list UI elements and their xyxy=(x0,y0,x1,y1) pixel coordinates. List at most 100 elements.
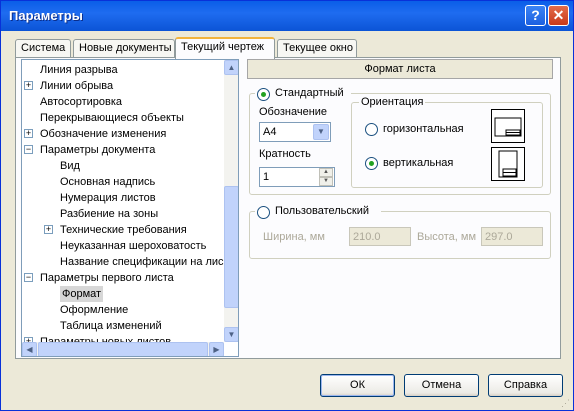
portrait-sheet-icon xyxy=(491,147,525,181)
title-bar: Параметры ? ✕ xyxy=(1,1,573,31)
tree-item[interactable]: + Технические требования xyxy=(22,222,224,238)
standard-option[interactable]: Стандартный xyxy=(255,87,351,101)
designation-value: A4 xyxy=(263,126,277,138)
tree-item-label: Параметры первого листа xyxy=(40,272,174,284)
vertical-scroll-thumb[interactable] xyxy=(224,186,238,308)
chevron-down-icon[interactable]: ▼ xyxy=(313,124,329,140)
tab-system[interactable]: Система xyxy=(15,39,71,58)
tree-item[interactable]: Вид xyxy=(22,158,224,174)
vertical-label[interactable]: вертикальная xyxy=(383,157,453,169)
tree-item[interactable]: Основная надпись xyxy=(22,174,224,190)
tree-item-label: Технические требования xyxy=(60,224,187,236)
designation-select[interactable]: A4 ▼ xyxy=(259,122,331,142)
ok-button[interactable]: ОК xyxy=(320,374,395,397)
tree-item-label: Неуказанная шероховатость xyxy=(60,240,207,252)
vertical-radio[interactable] xyxy=(365,157,378,170)
close-button[interactable]: ✕ xyxy=(548,5,569,26)
tree-item[interactable]: + Обозначение изменения xyxy=(22,126,224,142)
tree-item-label: Линия разрыва xyxy=(40,64,118,76)
tree-item-label: Основная надпись xyxy=(60,176,156,188)
vertical-scrollbar[interactable]: ▲ ▼ xyxy=(224,60,238,342)
custom-label: Пользовательский xyxy=(275,205,369,217)
width-label: Ширина, мм xyxy=(263,231,325,243)
tree-item[interactable]: Неуказанная шероховатость xyxy=(22,238,224,254)
tree-item-label: Формат xyxy=(60,286,104,302)
designation-label: Обозначение xyxy=(259,106,328,118)
arrow-left-icon: ◀ xyxy=(26,345,33,354)
tree-item-label: Разбиение на зоны xyxy=(60,208,159,220)
collapse-icon[interactable]: − xyxy=(24,145,33,154)
tab-label: Система xyxy=(21,42,66,54)
scroll-down-button[interactable]: ▼ xyxy=(224,327,238,342)
scroll-right-button[interactable]: ▶ xyxy=(209,342,224,356)
tree-item-label: Параметры новых листов xyxy=(40,336,172,342)
standard-label: Стандартный xyxy=(275,87,344,99)
tree-item-label: Таблица изменений xyxy=(60,320,162,332)
tree-item[interactable]: Название спецификации на лис xyxy=(22,254,224,270)
horizontal-scrollbar[interactable]: ◀ ▶ xyxy=(22,342,224,356)
standard-radio[interactable] xyxy=(257,88,270,101)
tree-item[interactable]: Оформление xyxy=(22,302,224,318)
tab-label: Новые документы xyxy=(79,42,172,54)
section-header: Формат листа xyxy=(247,59,553,79)
multiplicity-stepper[interactable]: 1 ▲ ▼ xyxy=(259,167,335,187)
width-field[interactable]: 210.0 xyxy=(349,227,411,246)
height-label: Высота, мм xyxy=(417,231,477,243)
settings-tree: Линия разрыва + Линии обрыва Автосортировка… xyxy=(21,59,239,357)
tree-item-label: Оформление xyxy=(60,304,129,316)
tree-item[interactable]: + Линии обрыва xyxy=(22,78,224,94)
arrow-right-icon: ▶ xyxy=(213,345,220,354)
cancel-button[interactable]: Отмена xyxy=(404,374,479,397)
arrow-down-icon: ▼ xyxy=(227,330,236,339)
horizontal-label[interactable]: горизонтальная xyxy=(383,123,464,135)
tree-item[interactable]: − Параметры первого листа xyxy=(22,270,224,286)
orientation-label: Ориентация xyxy=(359,96,426,108)
scroll-up-button[interactable]: ▲ xyxy=(224,60,238,75)
tree-item-label: Линии обрыва xyxy=(40,80,114,92)
tree-item-label: Автосортировка xyxy=(40,96,123,108)
expand-icon[interactable]: + xyxy=(44,225,53,234)
expand-icon[interactable]: + xyxy=(24,129,33,138)
stepper-down-icon[interactable]: ▼ xyxy=(319,177,333,186)
window-title: Параметры xyxy=(9,8,83,23)
tree-item-label: Обозначение изменения xyxy=(40,128,167,140)
question-icon: ? xyxy=(531,7,540,23)
help-title-button[interactable]: ? xyxy=(525,5,546,26)
tab-current-window[interactable]: Текущее окно xyxy=(277,39,357,58)
help-button[interactable]: Справка xyxy=(488,374,563,397)
stepper-up-icon[interactable]: ▲ xyxy=(319,168,333,177)
arrow-up-icon: ▲ xyxy=(227,63,236,72)
tree-item-label: Название спецификации на лис xyxy=(60,256,224,268)
tree-item[interactable]: Линия разрыва xyxy=(22,62,224,78)
tab-current-drawing[interactable]: Текущий чертеж xyxy=(175,37,275,59)
horizontal-scroll-thumb[interactable] xyxy=(38,342,208,356)
tree-item[interactable]: Разбиение на зоны xyxy=(22,206,224,222)
tree-item[interactable]: Перекрывающиеся объекты xyxy=(22,110,224,126)
tree-item[interactable]: Таблица изменений xyxy=(22,318,224,334)
tab-label: Текущее окно xyxy=(283,42,353,54)
tree-item-label: Перекрывающиеся объекты xyxy=(40,112,184,124)
tree-item[interactable]: Автосортировка xyxy=(22,94,224,110)
format-settings: Формат листа Стандартный Обозначение A4 … xyxy=(247,59,553,357)
landscape-sheet-icon xyxy=(491,109,525,143)
multiplicity-value: 1 xyxy=(263,171,270,183)
custom-option[interactable]: Пользовательский xyxy=(255,205,381,219)
tree-item-label: Параметры документа xyxy=(40,144,156,156)
horizontal-radio[interactable] xyxy=(365,123,378,136)
tree-item[interactable]: Нумерация листов xyxy=(22,190,224,206)
scroll-left-button[interactable]: ◀ xyxy=(22,342,37,356)
tree-item[interactable]: + Параметры новых листов xyxy=(22,334,224,342)
tree-item-label: Вид xyxy=(60,160,80,172)
tree-rows: Линия разрыва + Линии обрыва Автосортировка… xyxy=(22,60,224,342)
expand-icon[interactable]: + xyxy=(24,81,33,90)
tab-new-documents[interactable]: Новые документы xyxy=(73,39,175,58)
height-field[interactable]: 297.0 xyxy=(481,227,543,246)
tree-item[interactable]: − Параметры документа xyxy=(22,142,224,158)
parameters-dialog: Параметры ? ✕ Система Новые документы Те… xyxy=(0,0,574,411)
collapse-icon[interactable]: − xyxy=(24,273,33,282)
resize-grip-icon[interactable]: ⋰ xyxy=(561,398,570,409)
tree-item[interactable]: Формат xyxy=(22,286,224,302)
tab-label: Текущий чертеж xyxy=(181,41,265,53)
custom-radio[interactable] xyxy=(257,206,270,219)
close-icon: ✕ xyxy=(552,7,565,23)
